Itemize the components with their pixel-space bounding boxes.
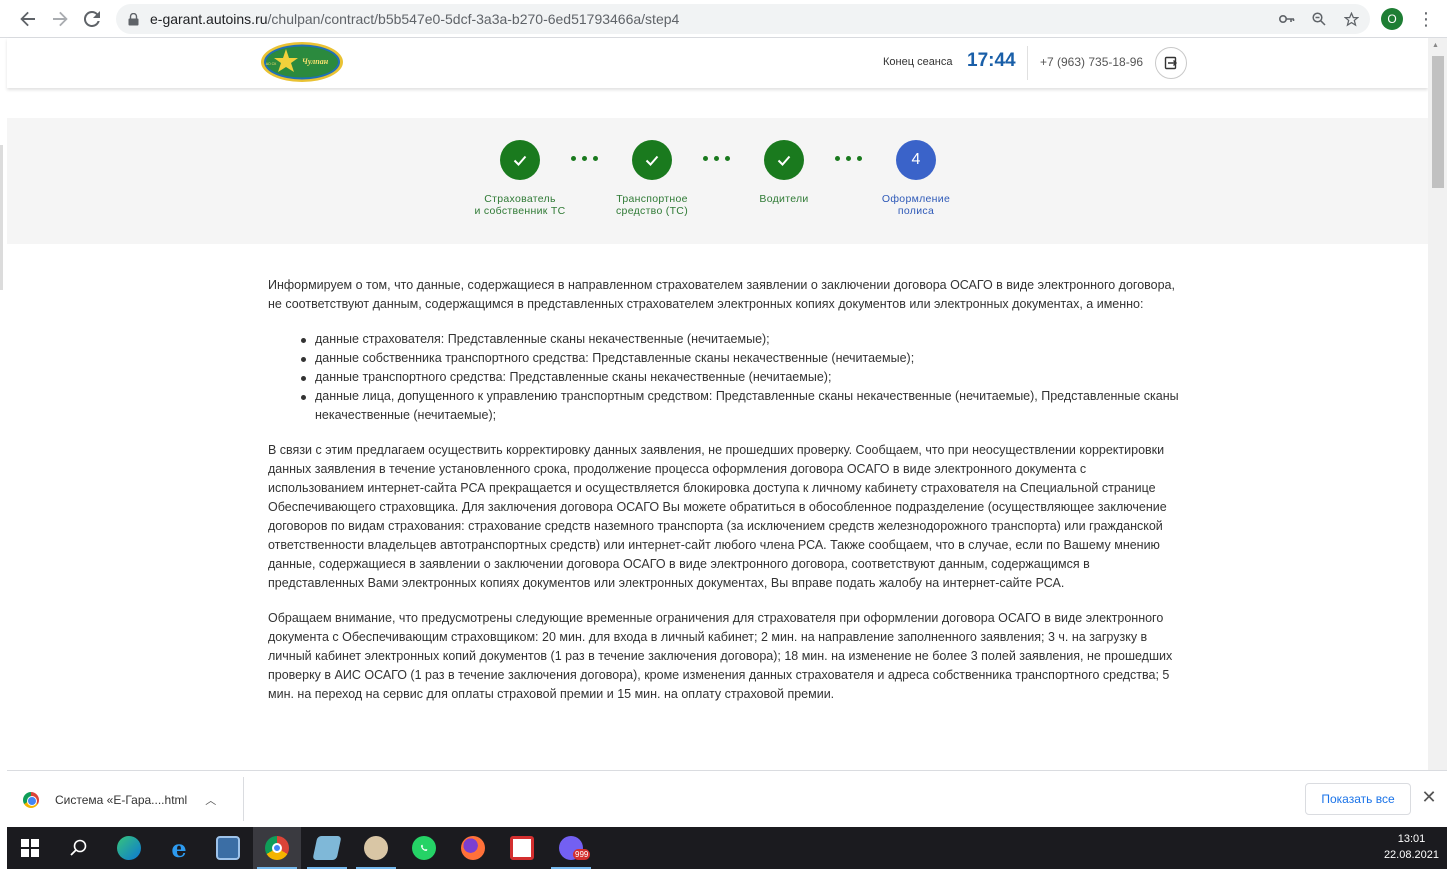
header-divider xyxy=(1027,46,1028,80)
step-4-label-line1: Оформление xyxy=(881,193,951,205)
progress-stepper: Страхователь и собственник ТС Транспортно… xyxy=(7,118,1428,244)
reload-icon xyxy=(84,11,100,27)
chevron-up-icon[interactable]: ︿ xyxy=(205,792,216,808)
firefox-taskbar-button[interactable] xyxy=(449,827,497,869)
step-vehicle[interactable]: Транспортное средство (ТС) xyxy=(592,140,712,217)
screen: { "browser": { "url_host": "e-garant.aut… xyxy=(0,0,1447,869)
whatsapp-icon xyxy=(412,836,436,860)
mismatch-list: данные страхователя: Представленные скан… xyxy=(301,330,1183,425)
app-taskbar-button[interactable] xyxy=(498,827,546,869)
omnibox-actions xyxy=(1276,8,1362,30)
step-3-label: Водители xyxy=(724,193,844,205)
list-item: данные лица, допущенного к управлению тр… xyxy=(301,387,1183,425)
notepad-taskbar-button[interactable] xyxy=(303,827,351,869)
internet-explorer-icon: e xyxy=(171,833,187,863)
notice-text: Информируем о том, что данные, содержащи… xyxy=(268,276,1183,720)
viber-badge: 999 xyxy=(573,849,591,860)
windows-start-icon[interactable] xyxy=(21,839,39,857)
session-label: Конец сеанса xyxy=(883,56,953,68)
step-1-check-icon xyxy=(500,140,540,180)
logout-icon xyxy=(1164,56,1177,70)
step-policyholder[interactable]: Страхователь и собственник ТС xyxy=(460,140,580,217)
step-policy[interactable]: 4 Оформление полиса xyxy=(856,140,976,217)
stop-sign-icon xyxy=(510,836,534,860)
list-item: данные транспортного средства: Представл… xyxy=(301,368,1183,387)
reload-button[interactable] xyxy=(76,3,108,35)
url-path: /chulpan/contract/b5b547e0-5dcf-3a3a-b27… xyxy=(267,11,680,27)
whatsapp-taskbar-button[interactable] xyxy=(400,827,448,869)
session-timer: 17:44 xyxy=(967,50,1016,71)
step-4-label-line2: полиса xyxy=(897,205,935,217)
step-drivers[interactable]: Водители xyxy=(724,140,844,205)
ie-taskbar-button[interactable]: e xyxy=(155,827,203,869)
site-header: Чулпан АО СК Конец сеанса 17:44 +7 (963)… xyxy=(7,38,1428,88)
bookmark-star-icon[interactable] xyxy=(1340,8,1362,30)
windows-taskbar: e 999 13:01 22.08.2021 xyxy=(7,827,1447,869)
close-icon[interactable]: ✕ xyxy=(1421,787,1437,807)
step-3-label-line1: Водители xyxy=(759,193,809,205)
search-icon xyxy=(70,839,87,856)
menu-kebab-icon[interactable]: ⋮ xyxy=(1416,8,1436,30)
phone-number[interactable]: +7 (963) 735-18-96 xyxy=(1040,55,1143,69)
zoom-icon[interactable] xyxy=(1308,8,1330,30)
scroll-up-arrow-icon[interactable]: ▲ xyxy=(1432,42,1439,49)
show-all-button[interactable]: Показать все xyxy=(1305,783,1411,815)
arrow-right-icon xyxy=(53,11,68,27)
list-item: данные собственника транспортного средст… xyxy=(301,349,1183,368)
list-item: данные страхователя: Представленные скан… xyxy=(301,330,1183,349)
svg-text:Чулпан: Чулпан xyxy=(302,57,329,66)
step-4-label: Оформление полиса xyxy=(856,193,976,217)
calculator-icon xyxy=(216,836,240,860)
forward-button[interactable] xyxy=(44,3,76,35)
step-1-label: Страхователь и собственник ТС xyxy=(460,193,580,217)
app-taskbar-button[interactable] xyxy=(204,827,252,869)
step-2-label-line2: средство (ТС) xyxy=(616,205,688,217)
address-bar[interactable]: e-garant.autoins.ru/chulpan/contract/b5b… xyxy=(116,4,1370,34)
step-2-label-line1: Транспортное xyxy=(616,193,688,205)
viber-taskbar-button[interactable]: 999 xyxy=(547,827,595,869)
notepad-icon xyxy=(312,836,342,860)
logout-button[interactable] xyxy=(1155,47,1187,79)
profile-avatar[interactable]: O xyxy=(1381,8,1403,30)
step-2-label: Транспортное средство (ТС) xyxy=(592,193,712,217)
step-4-number: 4 xyxy=(896,140,936,180)
download-divider xyxy=(243,777,244,821)
paint-taskbar-button[interactable] xyxy=(352,827,400,869)
correction-paragraph: В связи с этим предлагаем осуществить ко… xyxy=(268,443,1167,590)
search-taskbar-button[interactable] xyxy=(55,827,103,869)
svg-text:АО СК: АО СК xyxy=(266,62,277,66)
chrome-taskbar-button[interactable] xyxy=(253,827,301,869)
chrome-icon xyxy=(265,836,289,860)
system-clock[interactable]: 13:01 22.08.2021 xyxy=(1384,831,1439,863)
url-text: e-garant.autoins.ru/chulpan/contract/b5b… xyxy=(150,11,679,27)
firefox-icon xyxy=(461,836,485,860)
lock-icon xyxy=(126,12,140,26)
left-edge-mark xyxy=(0,145,3,290)
intro-paragraph: Информируем о том, что данные, содержащи… xyxy=(268,278,1175,311)
clock-date: 22.08.2021 xyxy=(1383,849,1439,861)
edge-taskbar-button[interactable] xyxy=(105,827,153,869)
browser-toolbar: e-garant.autoins.ru/chulpan/contract/b5b… xyxy=(0,0,1447,38)
clock-time: 13:01 xyxy=(1397,833,1426,845)
time-limits-paragraph: Обращаем внимание, что предусмотрены сле… xyxy=(268,611,1173,701)
arrow-left-icon xyxy=(20,11,35,27)
paint-palette-icon xyxy=(364,836,388,860)
key-icon[interactable] xyxy=(1276,8,1298,30)
download-bar: Система «Е-Гара....html ︿ Показать все ✕ xyxy=(7,770,1447,827)
download-file-name: Система «Е-Гара....html xyxy=(55,793,188,807)
download-item[interactable]: Система «Е-Гара....html ︿ xyxy=(23,785,216,815)
step-1-label-line1: Страхователь xyxy=(484,193,556,205)
chrome-icon xyxy=(23,792,39,808)
back-button[interactable] xyxy=(12,3,44,35)
edge-icon xyxy=(117,836,141,860)
url-host: e-garant.autoins.ru xyxy=(150,11,268,27)
chulpan-logo[interactable]: Чулпан АО СК xyxy=(260,41,344,83)
scrollbar-thumb[interactable] xyxy=(1432,56,1444,188)
step-1-label-line2: и собственник ТС xyxy=(474,205,566,217)
step-3-check-icon xyxy=(764,140,804,180)
step-2-check-icon xyxy=(632,140,672,180)
